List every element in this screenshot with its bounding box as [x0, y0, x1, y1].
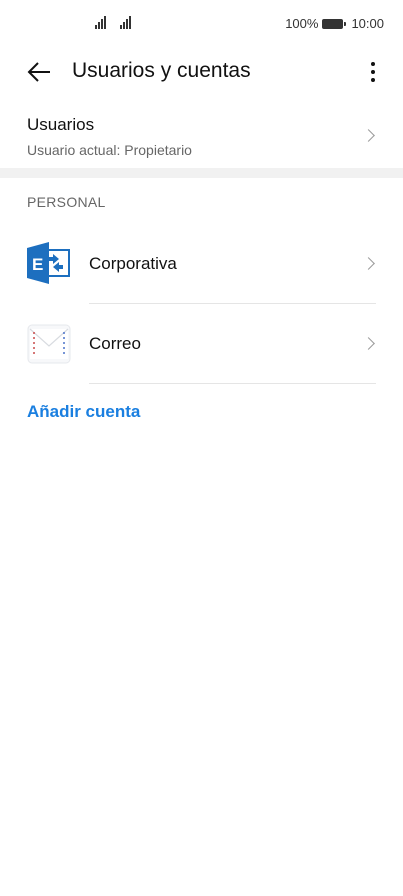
status-bar: 100% 10:00: [0, 0, 403, 48]
account-row-correo[interactable]: Correo: [0, 304, 403, 384]
battery-icon: [322, 18, 347, 29]
chevron-right-icon: [362, 129, 375, 142]
svg-text:E: E: [32, 255, 43, 274]
signal-icon: [120, 16, 131, 29]
users-subtitle: Usuario actual: Propietario: [27, 142, 192, 158]
account-label: Correo: [89, 334, 141, 353]
more-options-button[interactable]: [365, 58, 381, 86]
clock: 10:00: [351, 16, 384, 31]
divider: [89, 383, 376, 384]
chevron-right-icon: [362, 337, 375, 350]
arrow-left-icon: [27, 62, 50, 82]
account-row-corporativa[interactable]: E Corporativa: [0, 224, 403, 304]
mail-icon: [27, 324, 71, 364]
page-title: Usuarios y cuentas: [72, 59, 251, 82]
chevron-right-icon: [362, 257, 375, 270]
back-button[interactable]: [22, 58, 56, 86]
users-title: Usuarios: [27, 115, 95, 134]
section-divider: [0, 168, 403, 178]
section-header: PERSONAL: [27, 194, 106, 210]
exchange-icon: E: [27, 242, 70, 284]
battery-percent: 100%: [285, 16, 319, 31]
app-bar: Usuarios y cuentas: [0, 48, 403, 98]
users-row[interactable]: Usuarios Usuario actual: Propietario: [0, 106, 403, 168]
more-vertical-icon: [371, 62, 375, 66]
account-label: Corporativa: [89, 254, 177, 273]
status-right: 100% 10:00: [285, 16, 384, 31]
signal-icon: [95, 16, 106, 29]
add-account-button[interactable]: Añadir cuenta: [27, 402, 140, 422]
